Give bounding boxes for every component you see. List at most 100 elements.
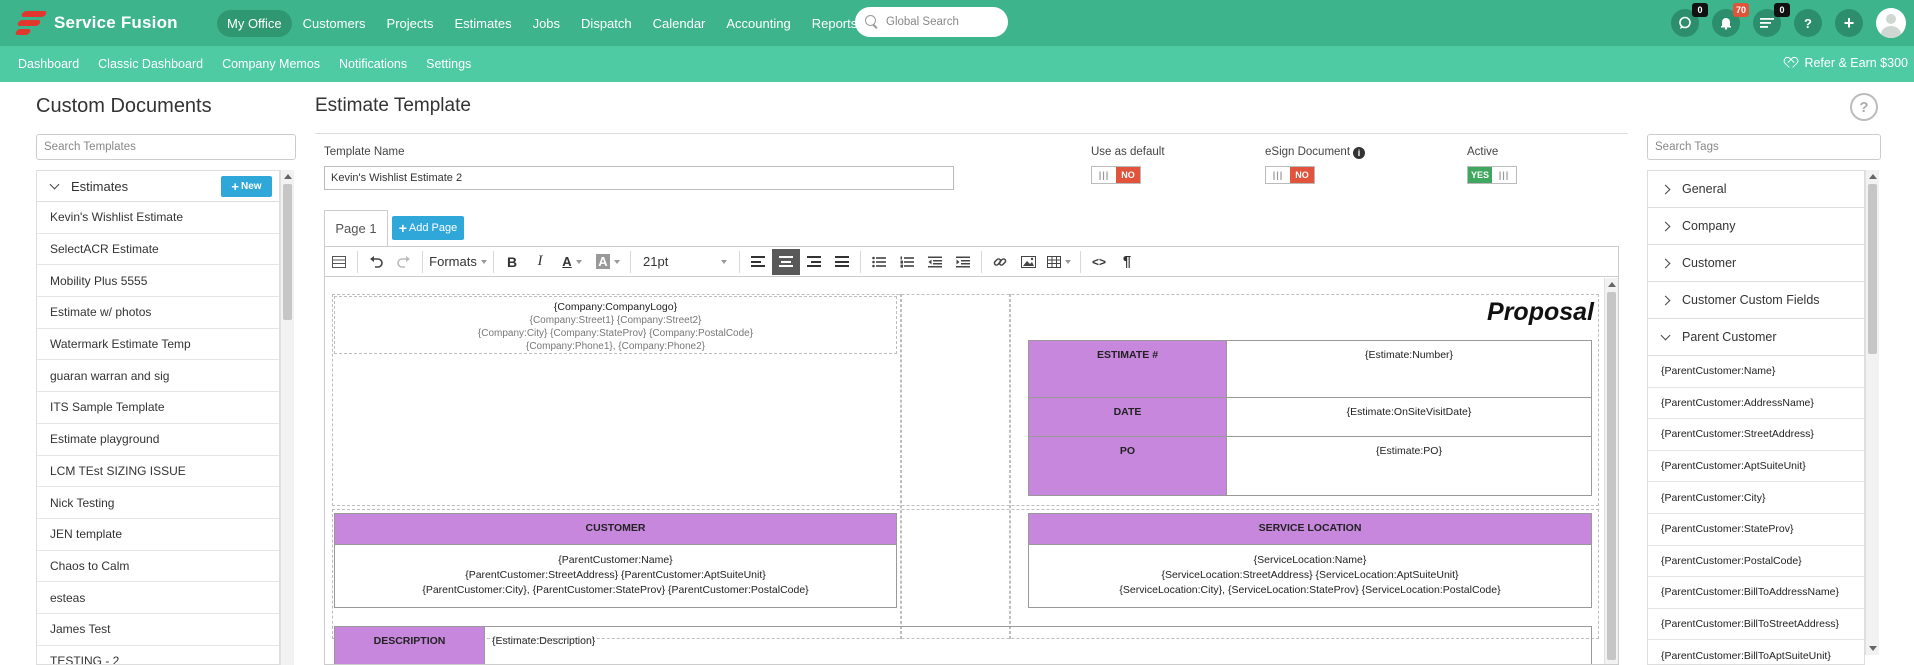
template-item[interactable]: SelectACR Estimate: [37, 234, 279, 266]
template-item[interactable]: guaran warran and sig: [37, 360, 279, 393]
info-icon[interactable]: i: [1353, 147, 1366, 159]
tag-item[interactable]: {ParentCustomer:City}: [1648, 482, 1864, 514]
add-page-button[interactable]: + Add Page: [392, 216, 464, 240]
notifications-button[interactable]: 70: [1712, 3, 1749, 37]
tag-list-scrollbar[interactable]: [1865, 170, 1879, 655]
italic-button[interactable]: I: [526, 249, 554, 275]
numbered-list-button[interactable]: [893, 249, 921, 275]
tag-item[interactable]: {ParentCustomer:BillToAddressName}: [1648, 577, 1864, 609]
tag-group-customer-custom-fields[interactable]: Customer Custom Fields: [1648, 282, 1864, 319]
tag-item[interactable]: {ParentCustomer:Name}: [1648, 356, 1864, 388]
background-color-button[interactable]: A: [590, 249, 626, 275]
chevron-down-icon: [480, 259, 487, 264]
tag-group-general[interactable]: General: [1648, 171, 1864, 208]
global-search-input[interactable]: Global Search: [855, 7, 1008, 37]
nav-projects[interactable]: Projects: [377, 10, 444, 37]
template-list-scrollbar[interactable]: [280, 170, 294, 665]
search-tags-input[interactable]: Search Tags: [1647, 134, 1881, 160]
undo-button[interactable]: [362, 249, 390, 275]
toolbar-divider: [860, 250, 861, 273]
template-item[interactable]: Estimate playground: [37, 424, 279, 456]
esign-document-toggle[interactable]: ||| NO: [1265, 166, 1315, 184]
active-toggle[interactable]: YES |||: [1467, 166, 1517, 184]
search-templates-input[interactable]: Search Templates: [36, 134, 296, 160]
font-size-dropdown[interactable]: 21pt: [635, 249, 735, 275]
align-left-button[interactable]: [744, 249, 772, 275]
quick-add-button[interactable]: +: [1835, 9, 1863, 37]
tag-group-customer[interactable]: Customer: [1648, 245, 1864, 282]
scroll-up-icon[interactable]: [1608, 282, 1616, 287]
template-name-input[interactable]: Kevin's Wishlist Estimate 2: [324, 166, 954, 190]
help-icon[interactable]: ?: [1850, 93, 1878, 121]
align-justify-button[interactable]: [828, 249, 856, 275]
scrollbar-thumb[interactable]: [1607, 292, 1616, 660]
tab-page-1[interactable]: Page 1: [324, 210, 388, 246]
use-as-default-toggle[interactable]: ||| NO: [1091, 166, 1141, 184]
user-avatar[interactable]: [1876, 8, 1906, 38]
insert-image-button[interactable]: [1014, 249, 1042, 275]
bold-button[interactable]: B: [498, 249, 526, 275]
insert-table-button[interactable]: [1042, 249, 1076, 275]
template-item[interactable]: ITS Sample Template: [37, 392, 279, 424]
help-button[interactable]: ?: [1794, 9, 1822, 37]
bullet-list-button[interactable]: [865, 249, 893, 275]
insert-link-button[interactable]: [986, 249, 1014, 275]
scroll-up-icon[interactable]: [1869, 174, 1877, 179]
template-item[interactable]: LCM TEst SIZING ISSUE: [37, 456, 279, 488]
nav-jobs[interactable]: Jobs: [523, 10, 570, 37]
tag-group-parent-customer[interactable]: Parent Customer: [1648, 319, 1864, 356]
app-logo[interactable]: Service Fusion: [14, 9, 214, 37]
nav-estimates[interactable]: Estimates: [445, 10, 522, 37]
template-item[interactable]: Chaos to Calm: [37, 551, 279, 583]
outdent-button[interactable]: [921, 249, 949, 275]
template-item[interactable]: JEN template: [37, 519, 279, 551]
editor-scrollbar[interactable]: [1604, 278, 1618, 664]
template-item[interactable]: James Test: [37, 614, 279, 646]
scrollbar-thumb[interactable]: [1868, 184, 1877, 354]
tag-item[interactable]: {ParentCustomer:AptSuiteUnit}: [1648, 451, 1864, 483]
tag-item[interactable]: {ParentCustomer:BillToStreetAddress}: [1648, 609, 1864, 641]
tag-item[interactable]: {ParentCustomer:StateProv}: [1648, 514, 1864, 546]
chat-button[interactable]: 0: [1671, 3, 1708, 37]
align-center-button[interactable]: [772, 248, 800, 275]
tag-item[interactable]: {ParentCustomer:BillToAptSuiteUnit}: [1648, 640, 1864, 664]
redo-button[interactable]: [390, 249, 418, 275]
source-view-button[interactable]: [325, 249, 353, 275]
tag-item[interactable]: {ParentCustomer:StreetAddress}: [1648, 419, 1864, 451]
align-right-button[interactable]: [800, 249, 828, 275]
subnav-notifications[interactable]: Notifications: [339, 57, 407, 71]
template-item[interactable]: TESTING - 2: [37, 646, 279, 664]
nav-customers[interactable]: Customers: [293, 10, 376, 37]
tasks-button[interactable]: 0: [1753, 3, 1790, 37]
template-item[interactable]: Nick Testing: [37, 487, 279, 519]
document-canvas[interactable]: {Company:CompanyLogo} {Company:Street1} …: [325, 278, 1606, 664]
tag-group-company[interactable]: Company: [1648, 208, 1864, 245]
nav-my-office[interactable]: My Office: [217, 9, 292, 37]
template-item[interactable]: esteas: [37, 582, 279, 614]
notifications-badge: 70: [1733, 3, 1749, 17]
template-item[interactable]: Mobility Plus 5555: [37, 265, 279, 298]
scroll-down-icon[interactable]: [1869, 646, 1877, 651]
template-item[interactable]: Watermark Estimate Temp: [37, 329, 279, 361]
text-color-button[interactable]: A: [554, 249, 590, 275]
show-blocks-button[interactable]: ¶: [1113, 249, 1141, 275]
template-item[interactable]: Kevin's Wishlist Estimate: [37, 202, 279, 234]
indent-button[interactable]: [949, 249, 977, 275]
source-code-button[interactable]: <>: [1085, 249, 1113, 275]
scroll-up-icon[interactable]: [284, 174, 292, 179]
tag-item[interactable]: {ParentCustomer:PostalCode}: [1648, 546, 1864, 578]
refer-earn-link[interactable]: Refer & Earn $300: [1786, 56, 1908, 70]
subnav-dashboard[interactable]: Dashboard: [18, 57, 79, 71]
nav-calendar[interactable]: Calendar: [643, 10, 716, 37]
scrollbar-thumb[interactable]: [283, 184, 292, 320]
nav-accounting[interactable]: Accounting: [716, 10, 800, 37]
new-template-button[interactable]: + New: [221, 176, 272, 197]
subnav-classic-dashboard[interactable]: Classic Dashboard: [98, 57, 203, 71]
template-item[interactable]: Estimate w/ photos: [37, 297, 279, 329]
estimates-group-header[interactable]: Estimates + New: [37, 171, 279, 202]
formats-dropdown[interactable]: Formats: [427, 249, 489, 275]
subnav-company-memos[interactable]: Company Memos: [222, 57, 320, 71]
tag-item[interactable]: {ParentCustomer:AddressName}: [1648, 388, 1864, 420]
subnav-settings[interactable]: Settings: [426, 57, 471, 71]
nav-dispatch[interactable]: Dispatch: [571, 10, 642, 37]
